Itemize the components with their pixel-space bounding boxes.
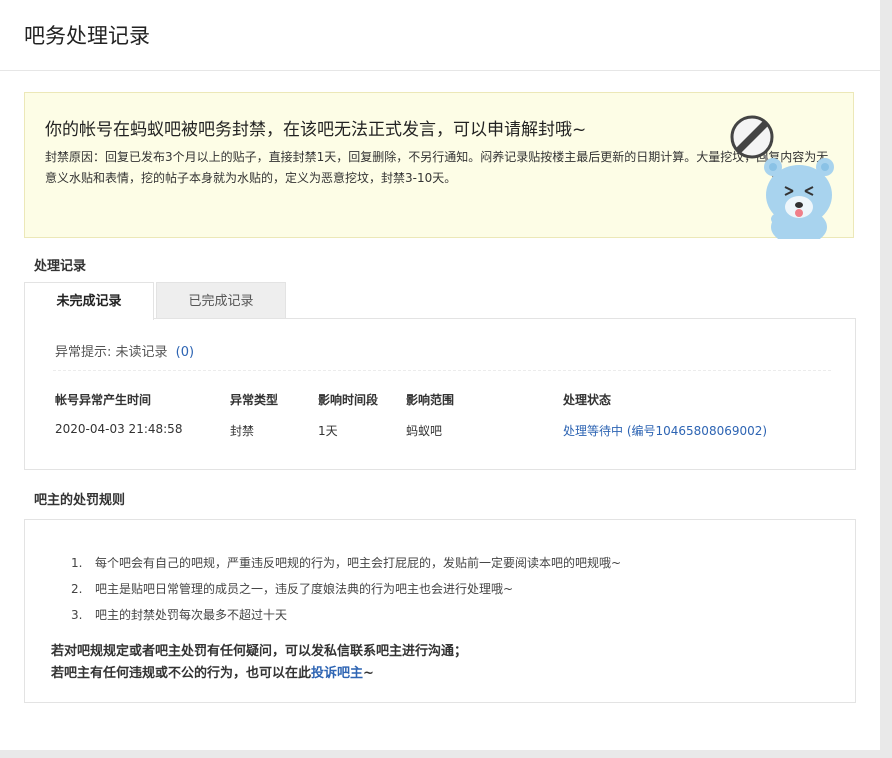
rule-item: 1. 每个吧会有自己的吧规，严重违反吧规的行为，吧主会打屁屁的，发贴前一定要阅读本… <box>71 550 621 576</box>
rules-section-title: 吧主的处罚规则 <box>34 493 126 508</box>
column-header-status: 处理状态 <box>563 393 612 407</box>
ban-bear-illustration <box>730 115 834 239</box>
rules-panel: 1. 每个吧会有自己的吧规，严重违反吧规的行为，吧主会打屁屁的，发贴前一定要阅读本… <box>24 519 856 703</box>
anomaly-label: 异常提示: 未读记录 <box>55 345 168 360</box>
rule-number: 2. <box>71 582 83 596</box>
tab-finished-records[interactable]: 已完成记录 <box>156 282 286 319</box>
column-header-scope: 影响范围 <box>406 393 455 407</box>
page: 吧务处理记录 你的帐号在蚂蚁吧被吧务封禁，在该吧无法正式发言，可以申请解封哦~ … <box>0 0 880 750</box>
divider <box>53 370 831 371</box>
column-header-type: 异常类型 <box>230 393 279 407</box>
records-panel: 异常提示: 未读记录 (0) 帐号异常产生时间 异常类型 影响时间段 影响范围 … <box>24 318 856 470</box>
rules-footer-suffix: ~ <box>363 666 374 681</box>
rule-number: 1. <box>71 556 83 570</box>
rule-item: 3. 吧主的封禁处罚每次最多不超过十天 <box>71 602 621 628</box>
tab-unfinished-records[interactable]: 未完成记录 <box>24 282 154 320</box>
rule-text: 吧主的封禁处罚每次最多不超过十天 <box>95 608 288 622</box>
rule-item: 2. 吧主是贴吧日常管理的成员之一，违反了度娘法典的行为吧主也会进行处理哦~ <box>71 576 621 602</box>
rules-footer-line1: 若对吧规规定或者吧主处罚有任何疑问，可以发私信联系吧主进行沟通； <box>51 644 468 659</box>
record-scope: 蚂蚁吧 <box>406 424 443 438</box>
rules-list: 1. 每个吧会有自己的吧规，严重违反吧规的行为，吧主会打屁屁的，发贴前一定要阅读本… <box>71 550 621 628</box>
rules-footer: 若对吧规规定或者吧主处罚有任何疑问，可以发私信联系吧主进行沟通； 若吧主有任何违… <box>51 641 467 685</box>
ban-reason: 封禁原因：回复已发布3个月以上的贴子，直接封禁1天，回复删除，不另行通知。闷养记… <box>45 150 829 185</box>
ban-notice-headline: 你的帐号在蚂蚁吧被吧务封禁，在该吧无法正式发言，可以申请解封哦~ <box>45 120 587 140</box>
rule-number: 3. <box>71 608 83 622</box>
ban-notice: 你的帐号在蚂蚁吧被吧务封禁，在该吧无法正式发言，可以申请解封哦~ 封禁原因：回复… <box>24 92 854 239</box>
column-header-time: 帐号异常产生时间 <box>55 393 152 407</box>
page-title: 吧务处理记录 <box>24 24 150 48</box>
rule-text: 每个吧会有自己的吧规，严重违反吧规的行为，吧主会打屁屁的，发贴前一定要阅读本吧的… <box>95 556 622 570</box>
records-tabs: 未完成记录 已完成记录 <box>24 282 286 320</box>
records-section-title: 处理记录 <box>34 259 87 274</box>
record-type: 封禁 <box>230 424 255 438</box>
record-status-link[interactable]: 处理等待中 (编号10465808069002) <box>563 422 767 439</box>
report-moderator-link[interactable]: 投诉吧主 <box>311 666 363 681</box>
unread-count-link[interactable]: (0) <box>176 345 194 360</box>
anomaly-hint: 异常提示: 未读记录 (0) <box>55 341 194 360</box>
rules-footer-prefix: 若吧主有任何违规或不公的行为，也可以在此 <box>51 666 312 681</box>
column-header-duration: 影响时间段 <box>318 393 379 407</box>
page-header: 吧务处理记录 <box>0 0 880 71</box>
rule-text: 吧主是贴吧日常管理的成员之一，违反了度娘法典的行为吧主也会进行处理哦~ <box>95 582 514 596</box>
record-time: 2020-04-03 21:48:58 <box>55 422 183 436</box>
record-duration: 1天 <box>318 424 338 438</box>
rules-footer-line2: 若吧主有任何违规或不公的行为，也可以在此投诉吧主~ <box>51 663 467 685</box>
